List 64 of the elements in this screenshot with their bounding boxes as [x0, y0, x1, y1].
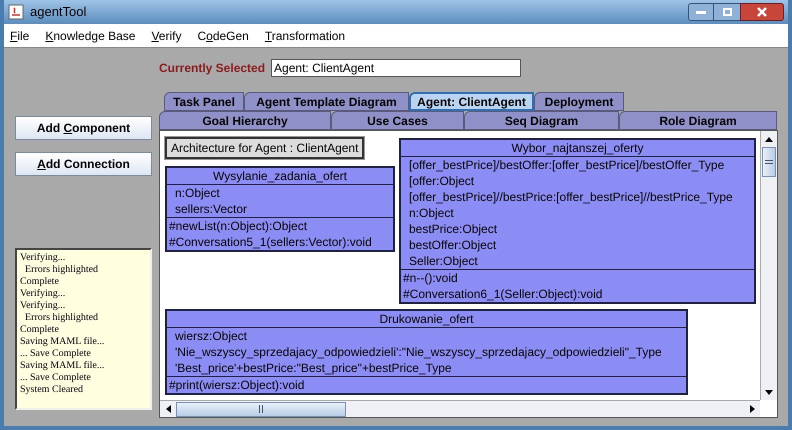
class-attribute: 'Best_price'+bestPrice:"Best_price"+bestPrice_Type — [175, 360, 453, 376]
window-title: agentTool — [30, 3, 86, 22]
tab[interactable]: Goal Hierarchy — [159, 111, 331, 130]
tab[interactable]: Task Panel — [164, 92, 244, 111]
tab[interactable]: Agent: ClientAgent — [409, 92, 534, 111]
log-line: Errors highlighted — [24, 264, 100, 276]
class-attribute: n:Object — [175, 185, 221, 201]
class-attribute: n:Object — [409, 205, 455, 221]
up-arrow-icon — [765, 136, 773, 142]
class-method: #Conversation6_1(Seller:Object):void — [403, 286, 604, 302]
menu-item[interactable]: Transformation — [264, 26, 346, 44]
diagram-title: Architecture for Agent : ClientAgent — [165, 137, 364, 159]
class-box[interactable]: Wysylanie_zadania_ofert n:Object sellers:Vector #newList(n:Object):Object #Conversation5_1(sellers:Vector):void — [165, 166, 395, 252]
class-attribute: [offer_bestPrice]//bestPrice:[offer_bestPrice]//bestPrice_Type — [409, 189, 734, 205]
class-attribute: sellers:Vector — [175, 201, 248, 217]
log-line: System Cleared — [20, 384, 84, 396]
log-line: Verifying... — [20, 252, 66, 264]
log-line: ... Save Complete — [20, 348, 92, 360]
log-line: Complete — [20, 276, 60, 288]
tab[interactable]: Deployment — [534, 92, 624, 111]
log-line: ... Save Complete — [20, 372, 92, 384]
add-button[interactable]: Add Component — [15, 116, 152, 140]
menu-item[interactable]: Knowledge Base — [45, 26, 136, 44]
class-name: Wysylanie_zadania_ofert — [167, 168, 393, 185]
class-attribute: Seller:Object — [409, 253, 479, 269]
currently-selected-label: Currently Selected — [159, 60, 266, 77]
minimize-button[interactable] — [688, 3, 714, 21]
class-name: Wybor_najtanszej_oferty — [401, 140, 754, 157]
class-attribute: [offer_bestPrice]/bestOffer:[offer_bestPrice]/bestOffer_Type — [409, 157, 726, 173]
log-line: Saving MAML file... — [20, 336, 106, 348]
class-attribute: [offer:Object — [409, 173, 476, 189]
class-attribute: wiersz:Object — [175, 328, 248, 344]
close-button[interactable] — [740, 3, 784, 21]
class-attribute: 'Nie_wszyscy_sprzedajacy_odpowiedzieli':"Nie_wszyscy_sprzedajacy_odpowiedzieli"_Type — [175, 344, 663, 360]
down-arrow-icon — [765, 390, 773, 394]
vertical-scrollbar[interactable] — [760, 131, 777, 400]
class-attribute: bestPrice:Object — [409, 221, 498, 237]
class-name: Drukowanie_ofert — [167, 311, 686, 328]
add-button[interactable]: Add Connection — [15, 152, 152, 176]
maximize-button[interactable] — [714, 3, 740, 21]
log-line: Saving MAML file... — [20, 360, 106, 372]
menu-item[interactable]: CodeGen — [197, 26, 249, 44]
left-arrow-icon — [166, 405, 170, 413]
menu-item[interactable]: Verify — [151, 26, 182, 44]
class-method: #print(wiersz:Object):void — [169, 377, 306, 393]
right-arrow-icon — [750, 405, 754, 413]
log-line: Complete — [20, 324, 60, 336]
class-method: #newList(n:Object):Object — [169, 218, 308, 234]
tab[interactable]: Use Cases — [331, 111, 464, 130]
tab[interactable]: Role Diagram — [619, 111, 777, 130]
log-line: Errors highlighted — [24, 312, 100, 324]
log-line: Verifying... — [20, 288, 66, 300]
class-method: #Conversation5_1(sellers:Vector):void — [169, 234, 373, 250]
horizontal-scrollbar[interactable] — [160, 400, 760, 417]
tab[interactable]: Agent Template Diagram — [244, 92, 409, 111]
class-box[interactable] — [399, 138, 756, 304]
class-attribute: bestOffer:Object — [409, 237, 498, 253]
menu-item[interactable]: File — [10, 26, 30, 44]
class-box[interactable]: Drukowanie_ofert wiersz:Object 'Nie_wszyscy_sprzedajacy_odpowiedzieli':"Nie_wszyscy_sprzedajacy_odpowiedzieli"_Type 'Best_price'+bestPrice:"Best_price"+bestPrice_Type #print(wiersz:Object):void — [165, 309, 688, 395]
close-icon — [757, 7, 767, 17]
tab[interactable]: Seq Diagram — [464, 111, 619, 130]
currently-selected-field[interactable]: Agent: ClientAgent — [271, 59, 522, 77]
log-line: Verifying... — [20, 300, 66, 312]
class-method: #n--():void — [403, 270, 459, 286]
